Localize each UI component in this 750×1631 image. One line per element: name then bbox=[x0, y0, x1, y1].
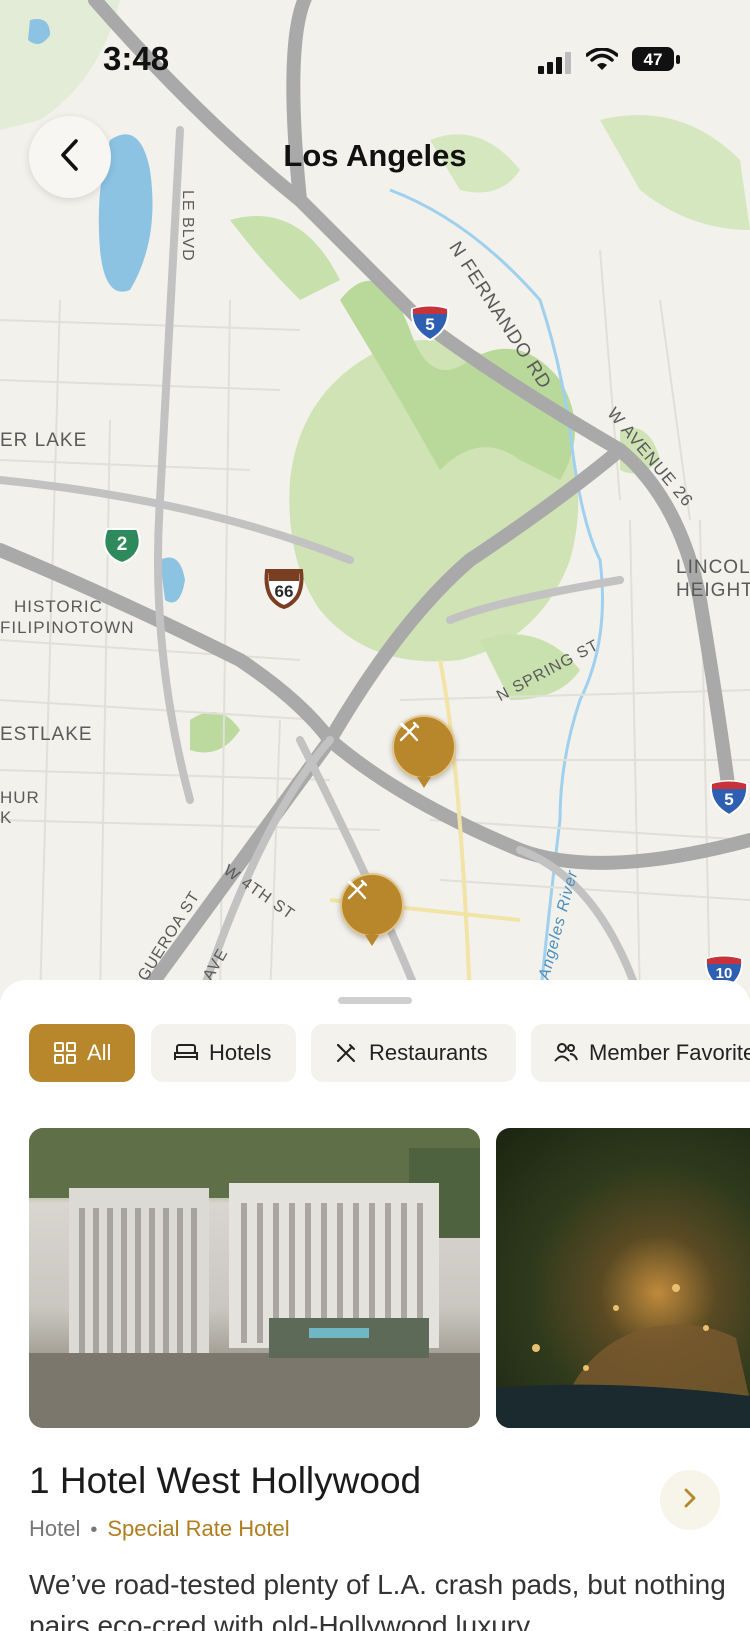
neighborhood-label-lincoln: LINCOLN bbox=[676, 557, 750, 578]
fork-knife-icon bbox=[333, 1040, 359, 1066]
filter-chip-hotels[interactable]: Hotels bbox=[151, 1024, 296, 1082]
listing-open-button[interactable] bbox=[660, 1470, 720, 1530]
filter-chip-label: Member Favorite bbox=[589, 1040, 750, 1065]
results-sheet: All Hotels Restaurants Member Favorite 1… bbox=[0, 980, 750, 1631]
listing-description: We’ve road-tested plenty of L.A. crash p… bbox=[29, 1569, 726, 1631]
hotel-photo[interactable] bbox=[29, 1128, 480, 1428]
state-route-2-number: 2 bbox=[116, 534, 128, 555]
battery-level: 47 bbox=[643, 50, 663, 69]
status-time: 3:48 bbox=[103, 40, 170, 77]
state-route-2-shield: 2 bbox=[101, 525, 143, 565]
neighborhood-label-heights: HEIGHTS bbox=[676, 580, 750, 601]
interstate-5-number: 5 bbox=[425, 315, 435, 334]
listing-badge: Special Rate Hotel bbox=[107, 1516, 290, 1541]
neighborhood-label-hur: HUR bbox=[0, 788, 40, 807]
street-label-blvd: LE BLVD bbox=[179, 190, 196, 262]
listing-meta: Hotel • Special Rate Hotel bbox=[29, 1516, 290, 1542]
sheet-drag-handle[interactable] bbox=[338, 997, 412, 1004]
restaurant-map-pin[interactable] bbox=[392, 715, 456, 788]
filter-chip-label: All bbox=[87, 1040, 112, 1065]
filter-chip-all[interactable]: All bbox=[29, 1024, 135, 1082]
neighborhood-label-k: K bbox=[0, 808, 13, 827]
neighborhood-label-filipinotown: FILIPINOTOWN bbox=[0, 618, 135, 637]
listing-type: Hotel bbox=[29, 1516, 81, 1541]
page-title: Los Angeles bbox=[283, 138, 467, 173]
filter-chip-member-favorite[interactable]: Member Favorite bbox=[531, 1024, 750, 1082]
signal-icon bbox=[538, 52, 572, 79]
people-icon bbox=[553, 1042, 579, 1064]
route-66-shield: 66 bbox=[263, 567, 305, 609]
route-66-number: 66 bbox=[274, 582, 294, 601]
listing-title[interactable]: 1 Hotel West Hollywood bbox=[29, 1460, 421, 1502]
neighborhood-label-estlake: ESTLAKE bbox=[0, 724, 93, 745]
neighborhood-label-lake: ER LAKE bbox=[0, 430, 88, 451]
bed-icon bbox=[173, 1042, 199, 1064]
meta-separator: • bbox=[90, 1519, 98, 1541]
status-bar: 3:48 47 bbox=[0, 0, 750, 110]
interstate-5-number-right: 5 bbox=[724, 790, 734, 809]
chevron-right-icon bbox=[683, 1487, 697, 1514]
filter-chip-restaurants[interactable]: Restaurants bbox=[311, 1024, 516, 1082]
interstate-5-shield-right: 5 bbox=[709, 780, 749, 816]
restaurant-map-pin[interactable] bbox=[340, 873, 404, 946]
grid-icon bbox=[53, 1041, 77, 1065]
battery-icon: 47 bbox=[632, 47, 682, 73]
neighborhood-label-historic: HISTORIC bbox=[14, 597, 103, 616]
interstate-5-shield: 5 bbox=[410, 305, 450, 341]
wifi-icon bbox=[585, 47, 619, 77]
restaurant-photo[interactable] bbox=[496, 1128, 750, 1428]
filter-chip-label: Hotels bbox=[209, 1040, 272, 1065]
filter-chip-label: Restaurants bbox=[369, 1040, 488, 1065]
